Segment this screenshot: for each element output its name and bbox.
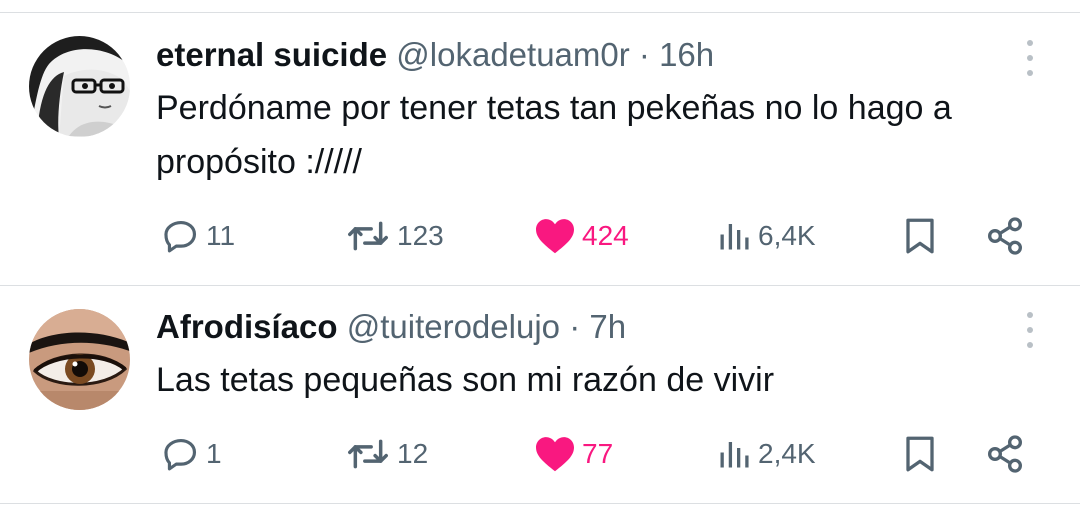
share-button[interactable] (985, 214, 1025, 258)
like-count: 424 (582, 220, 629, 251)
tweet-1[interactable]: eternal suicide @lokadetuam0r · 16h Perd… (0, 0, 1080, 284)
bookmark-icon (906, 436, 934, 472)
bookmark-button[interactable] (902, 432, 938, 476)
bottom-divider (0, 503, 1080, 504)
reply-count: 1 (206, 438, 222, 469)
retweet-icon (348, 221, 388, 251)
like-heart-icon (536, 437, 574, 472)
author-name[interactable]: eternal suicide (156, 36, 387, 73)
retweet-icon (348, 439, 388, 469)
tweet-text: Perdóname por tener tetas tan pekeñas no… (156, 89, 952, 181)
retweet-count: 12 (397, 438, 429, 469)
tweet-header: eternal suicide @lokadetuam0r · 16h (156, 35, 714, 75)
tweet-actions: 11 123 424 6,4K (0, 214, 1080, 258)
avatar-eternal-suicide[interactable] (29, 36, 130, 137)
author-name[interactable]: Afrodisíaco (156, 308, 338, 345)
brown-eye-avatar (29, 309, 130, 410)
views-chart-icon (720, 224, 749, 250)
like-button[interactable]: 77 (534, 432, 613, 476)
views-count: 6,4K (758, 220, 816, 251)
reply-icon (164, 438, 197, 471)
bookmark-button[interactable] (902, 214, 938, 258)
author-handle[interactable]: @tuiterodelujo (347, 308, 560, 345)
like-count: 77 (582, 438, 614, 469)
reply-button[interactable]: 1 (162, 432, 222, 476)
like-button[interactable]: 424 (534, 214, 629, 258)
tweet-2[interactable]: Afrodisíaco @tuiterodelujo · 7h Las teta… (0, 286, 1080, 502)
retweet-button[interactable]: 12 (345, 432, 428, 476)
bookmark-icon (906, 218, 934, 254)
share-icon (987, 217, 1023, 255)
views-button[interactable]: 6,4K (716, 214, 816, 258)
tweet-actions: 1 12 77 2,4K (0, 432, 1080, 476)
more-options-icon[interactable] (1021, 40, 1039, 76)
header-separator: · (638, 36, 650, 73)
like-heart-icon (536, 219, 574, 254)
author-handle[interactable]: @lokadetuam0r (396, 36, 629, 73)
share-icon (987, 435, 1023, 473)
tweet-time[interactable]: 7h (589, 308, 626, 345)
retweet-count: 123 (397, 220, 444, 251)
tweet-text: Las tetas pequeñas son mi razón de vivir (156, 361, 775, 399)
header-separator: · (569, 308, 581, 345)
views-chart-icon (720, 442, 749, 468)
more-options-icon[interactable] (1021, 312, 1039, 348)
views-count: 2,4K (758, 438, 816, 469)
share-button[interactable] (985, 432, 1025, 476)
reply-icon (164, 220, 197, 253)
retweet-button[interactable]: 123 (345, 214, 444, 258)
views-button[interactable]: 2,4K (716, 432, 816, 476)
reply-count: 11 (206, 220, 236, 251)
reply-button[interactable]: 11 (162, 214, 235, 258)
manga-girl-glasses-avatar (29, 36, 130, 137)
tweet-time[interactable]: 16h (659, 36, 714, 73)
tweet-header: Afrodisíaco @tuiterodelujo · 7h (156, 307, 626, 347)
avatar-afrodisiaco[interactable] (29, 309, 130, 410)
